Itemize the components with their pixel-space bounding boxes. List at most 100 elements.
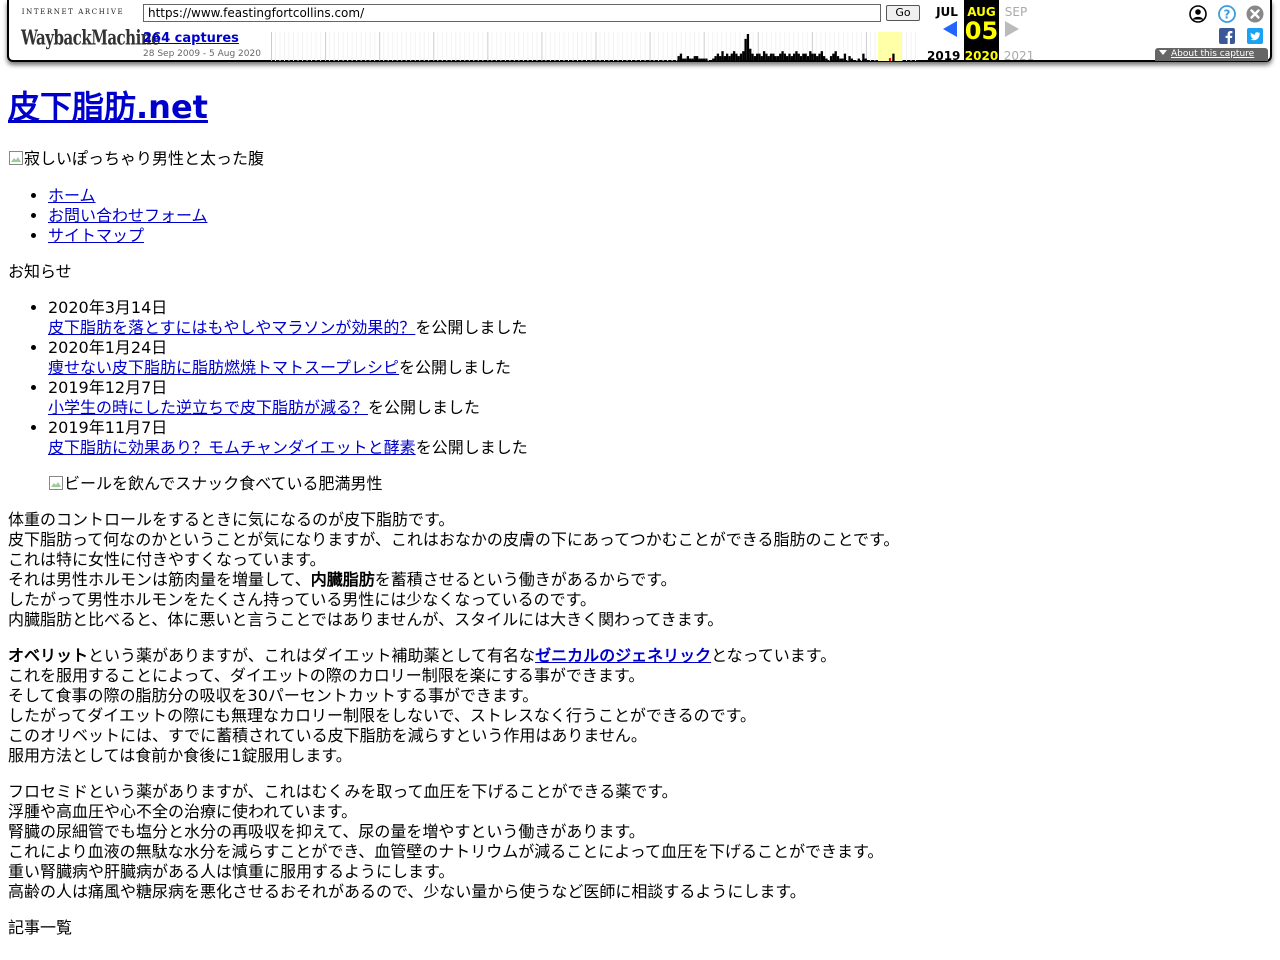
news-link[interactable]: 皮下脂肪に効果あり？モムチャンダイエットと酵素	[48, 438, 416, 457]
next-capture-arrow-icon	[1005, 21, 1019, 37]
next-year-label: 2021	[1003, 49, 1035, 63]
news-link[interactable]: 小学生の時にした逆立ちで皮下脂肪が減る？	[48, 398, 368, 417]
sparkline-bar	[809, 51, 812, 61]
sparkline-current-capture	[888, 58, 891, 61]
sparkline-bar	[864, 58, 867, 61]
sparkline-bar	[799, 56, 803, 61]
sparkline-bar	[760, 56, 763, 61]
sparkline-bar	[836, 56, 840, 61]
sparkline-bar	[705, 58, 708, 61]
captures-link[interactable]: 264 captures	[143, 31, 239, 47]
help-icon[interactable]: ?	[1218, 5, 1236, 23]
main-nav: ホーム お問い合わせフォーム サイトマップ	[8, 186, 1272, 246]
sparkline-bar	[811, 53, 814, 61]
news-link[interactable]: 皮下脂肪を落とすにはもやしやマラソンが効果的？	[48, 318, 415, 337]
text-line: それは男性ホルモンは筋肉量を増量して、内臓脂肪を蓄積させるという働きがあるからで…	[8, 570, 1272, 590]
sparkline-bar	[762, 51, 766, 61]
sparkline-bar	[839, 58, 842, 61]
text-fragment: となっています。	[711, 646, 837, 665]
text-line: 高齢の人は痛風や糖尿病を悪化させるおそれがあるので、少ない量から使うなど医師に相…	[8, 882, 806, 901]
facebook-icon[interactable]	[1219, 28, 1235, 44]
wayback-url-input[interactable]: https://www.feastingfortcollins.com/	[143, 4, 881, 22]
sparkline-bar	[723, 56, 726, 61]
news-heading: お知らせ	[8, 262, 72, 281]
nav-item-home: ホーム	[48, 186, 1272, 206]
sparkline-bar	[776, 56, 780, 61]
sparkline-bar	[892, 53, 895, 61]
text-fragment: という薬がありますが、これはダイエット補助薬として有名な	[88, 646, 536, 665]
text-line: したがって男性ホルモンをたくさん持っている男性には少なくなっているのです。	[8, 590, 597, 609]
xenical-generic-link[interactable]: ゼニカルのジェネリック	[535, 646, 711, 665]
sparkline-bar	[786, 56, 789, 61]
logo-internet-archive-text: INTERNET ARCHIVE	[21, 8, 125, 16]
sparkline-bar	[756, 53, 759, 61]
sparkline-bar	[832, 53, 835, 61]
nav-link-home[interactable]: ホーム	[48, 186, 96, 205]
go-button[interactable]: Go	[886, 5, 920, 21]
sparkline-bar	[848, 56, 851, 61]
sparkline-bar	[862, 53, 865, 61]
sparkline-bar	[684, 58, 687, 61]
sparkline-bar	[749, 48, 752, 61]
sparkline-bar	[698, 58, 701, 61]
news-item: 2019年11月7日 皮下脂肪に効果あり？モムチャンダイエットと酵素を公開しまし…	[48, 418, 1272, 458]
news-suffix: を公開しました	[415, 438, 528, 457]
news-link[interactable]: 痩せない皮下脂肪に脂肪燃焼トマトスープレシピ	[48, 358, 399, 377]
sparkline-bar	[792, 53, 796, 61]
close-icon[interactable]	[1246, 5, 1264, 23]
sparkline-bar	[742, 51, 745, 61]
triangle-down-icon	[1159, 50, 1167, 55]
bold-term: オベリット	[8, 646, 89, 665]
broken-image-icon	[49, 476, 63, 490]
paragraph-subcutaneous-fat: 体重のコントロールをするときに気になるのが皮下脂肪です。 皮下脂肪って何なのかと…	[8, 510, 1272, 630]
sparkline-bar	[744, 38, 747, 61]
news-suffix: を公開しました	[368, 398, 481, 417]
text-line: 腎臓の尿細管でも塩分と水分の再吸収を抑えて、尿の量を増やすという働きがあります。	[8, 822, 645, 841]
sparkline-bar	[728, 56, 731, 61]
text-line: 重い腎臓病や肝臓病がある人は慎重に服用するようにします。	[8, 862, 455, 881]
site-title-link[interactable]: 皮下脂肪.net	[8, 88, 208, 126]
news-date: 2020年3月14日	[48, 298, 168, 317]
svg-text:?: ?	[1224, 8, 1231, 22]
sparkline-bar	[804, 53, 807, 61]
paragraph-furosemide: フロセミドという薬がありますが、これはむくみを取って血圧を下げることができる薬で…	[8, 782, 1272, 902]
user-icon[interactable]	[1189, 5, 1207, 23]
capture-date-range: 28 Sep 2009 - 5 Aug 2020	[143, 49, 261, 59]
text-line: そして食事の際の脂肪分の吸収を30パーセントカットする事ができます。	[8, 686, 539, 705]
sparkline-bar	[781, 51, 784, 61]
sparkline-bar	[691, 58, 694, 61]
sparkline-bar	[788, 53, 791, 61]
news-suffix: を公開しました	[415, 318, 528, 337]
next-month-label: SEP	[1004, 5, 1028, 19]
news-date: 2019年11月7日	[48, 418, 168, 437]
sparkline-bar	[816, 56, 819, 61]
sparkline-bar	[850, 58, 854, 61]
broken-image-icon	[9, 151, 23, 165]
sparkline-bar	[735, 53, 738, 61]
nav-link-contact[interactable]: お問い合わせフォーム	[48, 206, 208, 225]
text-line: 服用方法としては食前か食後に1錠服用します。	[8, 746, 352, 765]
sparkline-bar	[813, 53, 817, 61]
wayback-logo[interactable]: INTERNET ARCHIVE WaybackMachine	[21, 8, 161, 57]
prev-year-label[interactable]: 2019	[927, 46, 960, 66]
sparkline-bar	[806, 56, 810, 61]
sparkline-bar	[719, 56, 722, 61]
about-capture-button[interactable]: About this capture	[1155, 48, 1268, 61]
nav-item-contact: お問い合わせフォーム	[48, 206, 1272, 226]
capture-sparkline[interactable]	[271, 32, 920, 61]
current-year-label: 2020	[964, 49, 999, 63]
about-capture-label: About this capture	[1171, 49, 1255, 59]
sparkline-bar	[797, 53, 800, 61]
text-line: 内臓脂肪と比べると、体に悪いと言うことではありませんが、スタイルには大きく関わっ…	[8, 610, 724, 629]
news-date: 2020年1月24日	[48, 338, 168, 357]
sparkline-bar	[825, 58, 828, 61]
current-day-label: 05	[964, 17, 999, 45]
twitter-icon[interactable]	[1247, 28, 1263, 44]
news-item: 2019年12月7日 小学生の時にした逆立ちで皮下脂肪が減る？を公開しました	[48, 378, 1272, 418]
sparkline-current-year	[877, 32, 902, 61]
nav-link-sitemap[interactable]: サイトマップ	[48, 226, 144, 245]
prev-month-label[interactable]: JUL	[927, 2, 967, 22]
sparkline-bar	[686, 56, 690, 61]
sparkline-bar	[725, 53, 729, 61]
prev-capture-arrow-icon[interactable]	[943, 21, 957, 37]
